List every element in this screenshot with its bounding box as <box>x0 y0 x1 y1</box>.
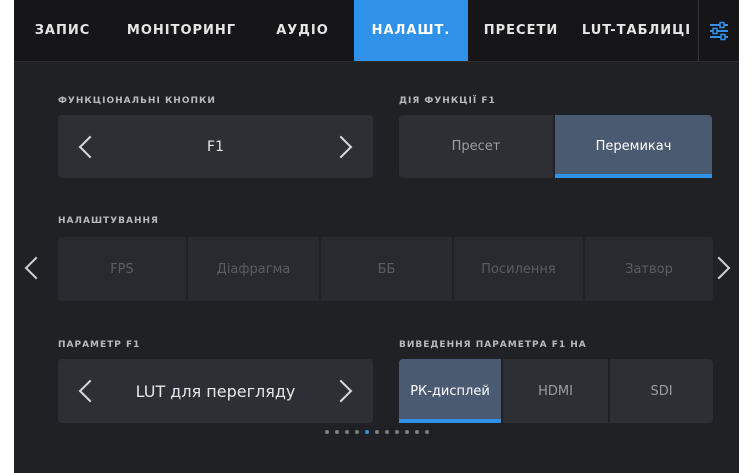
tab-audio[interactable]: АУДІО <box>252 0 353 61</box>
f1-action-preset-button[interactable]: Пресет <box>399 115 553 178</box>
settings-label: НАЛАШТУВАННЯ <box>58 216 159 226</box>
top-tab-bar: ЗАПИС МОНІТОРИНГ АУДІО НАЛАШТ. ПРЕСЕТИ L… <box>14 0 739 62</box>
tab-luts[interactable]: LUT-ТАБЛИЦІ <box>574 0 699 61</box>
page-indicator <box>14 430 739 440</box>
camera-screen: ЗАПИС МОНІТОРИНГ АУДІО НАЛАШТ. ПРЕСЕТИ L… <box>14 0 739 473</box>
f1-param-value: LUT для перегляду <box>135 381 296 401</box>
function-buttons-label: ФУНКЦІОНАЛЬНІ КНОПКИ <box>58 96 216 106</box>
page-dot[interactable] <box>424 430 429 434</box>
tab-monitoring[interactable]: МОНІТОРИНГ <box>111 0 252 61</box>
page-dot[interactable] <box>334 430 339 434</box>
function-button-value: F1 <box>207 138 224 155</box>
output-hdmi-button[interactable]: HDMI <box>503 359 608 423</box>
f1-action-label: ДІЯ ФУНКЦІЇ F1 <box>399 96 496 106</box>
setting-wb-button[interactable]: ББ <box>321 237 452 301</box>
sliders-icon[interactable] <box>698 0 739 61</box>
output-lcd-button[interactable]: РК-дисплей <box>399 359 501 423</box>
setting-gain-button[interactable]: Посилення <box>454 237 583 301</box>
page-dot-current[interactable] <box>364 430 369 434</box>
output-sdi-button[interactable]: SDI <box>610 359 713 423</box>
page-dot[interactable] <box>344 430 349 434</box>
function-button-selector: F1 <box>58 115 373 178</box>
page-dot[interactable] <box>394 430 399 434</box>
page-dot[interactable] <box>414 430 419 434</box>
page-prev-icon[interactable] <box>24 256 48 280</box>
f1-param-label: ПАРАМЕТР F1 <box>58 340 141 350</box>
setting-shutter-button[interactable]: Затвор <box>585 237 713 301</box>
page-dot[interactable] <box>404 430 409 434</box>
f1-action-toggle-button[interactable]: Перемикач <box>555 115 712 178</box>
f1-param-selector: LUT для перегляду <box>58 359 373 423</box>
f1-output-label: ВИВЕДЕННЯ ПАРАМЕТРА F1 НА <box>399 340 587 350</box>
tab-presets[interactable]: ПРЕСЕТИ <box>468 0 574 61</box>
setting-iris-button[interactable]: Діафрагма <box>188 237 319 301</box>
page-dot[interactable] <box>354 430 359 434</box>
page-dot[interactable] <box>374 430 379 434</box>
page-dot[interactable] <box>324 430 329 434</box>
tab-record[interactable]: ЗАПИС <box>14 0 111 61</box>
setting-fps-button[interactable]: FPS <box>58 237 186 301</box>
page-dot[interactable] <box>384 430 389 434</box>
tab-setup[interactable]: НАЛАШТ. <box>354 0 468 61</box>
